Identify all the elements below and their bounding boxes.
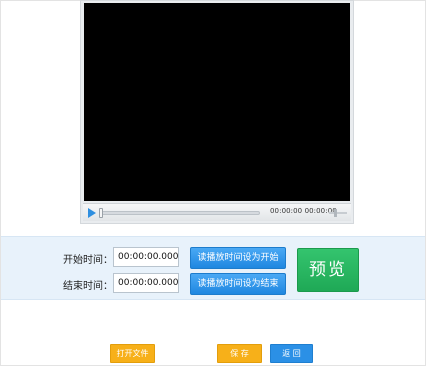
volume-slider[interactable] xyxy=(329,212,347,214)
video-player: 00:00:00 00:00:00 xyxy=(80,0,354,224)
save-button[interactable]: 保 存 xyxy=(217,344,262,363)
progress-slider[interactable] xyxy=(99,208,260,218)
end-time-input[interactable] xyxy=(113,273,179,293)
start-time-input[interactable] xyxy=(113,247,179,267)
volume-knob[interactable] xyxy=(334,209,337,217)
back-button[interactable]: 返 回 xyxy=(270,344,313,363)
set-end-button[interactable]: 读播放时间设为结束 xyxy=(190,273,286,295)
preview-button[interactable]: 预览 xyxy=(297,248,359,292)
set-start-button[interactable]: 读播放时间设为开始 xyxy=(190,247,286,269)
time-readout: 00:00:00 00:00:00 xyxy=(270,207,337,215)
play-icon[interactable] xyxy=(88,208,96,218)
player-controls: 00:00:00 00:00:00 xyxy=(83,203,351,221)
video-screen[interactable] xyxy=(84,3,350,201)
end-time-label: 结束时间： xyxy=(63,281,113,292)
progress-thumb[interactable] xyxy=(99,208,103,218)
start-time-label: 开始时间： xyxy=(63,255,113,266)
open-file-button[interactable]: 打开文件 xyxy=(110,344,155,363)
